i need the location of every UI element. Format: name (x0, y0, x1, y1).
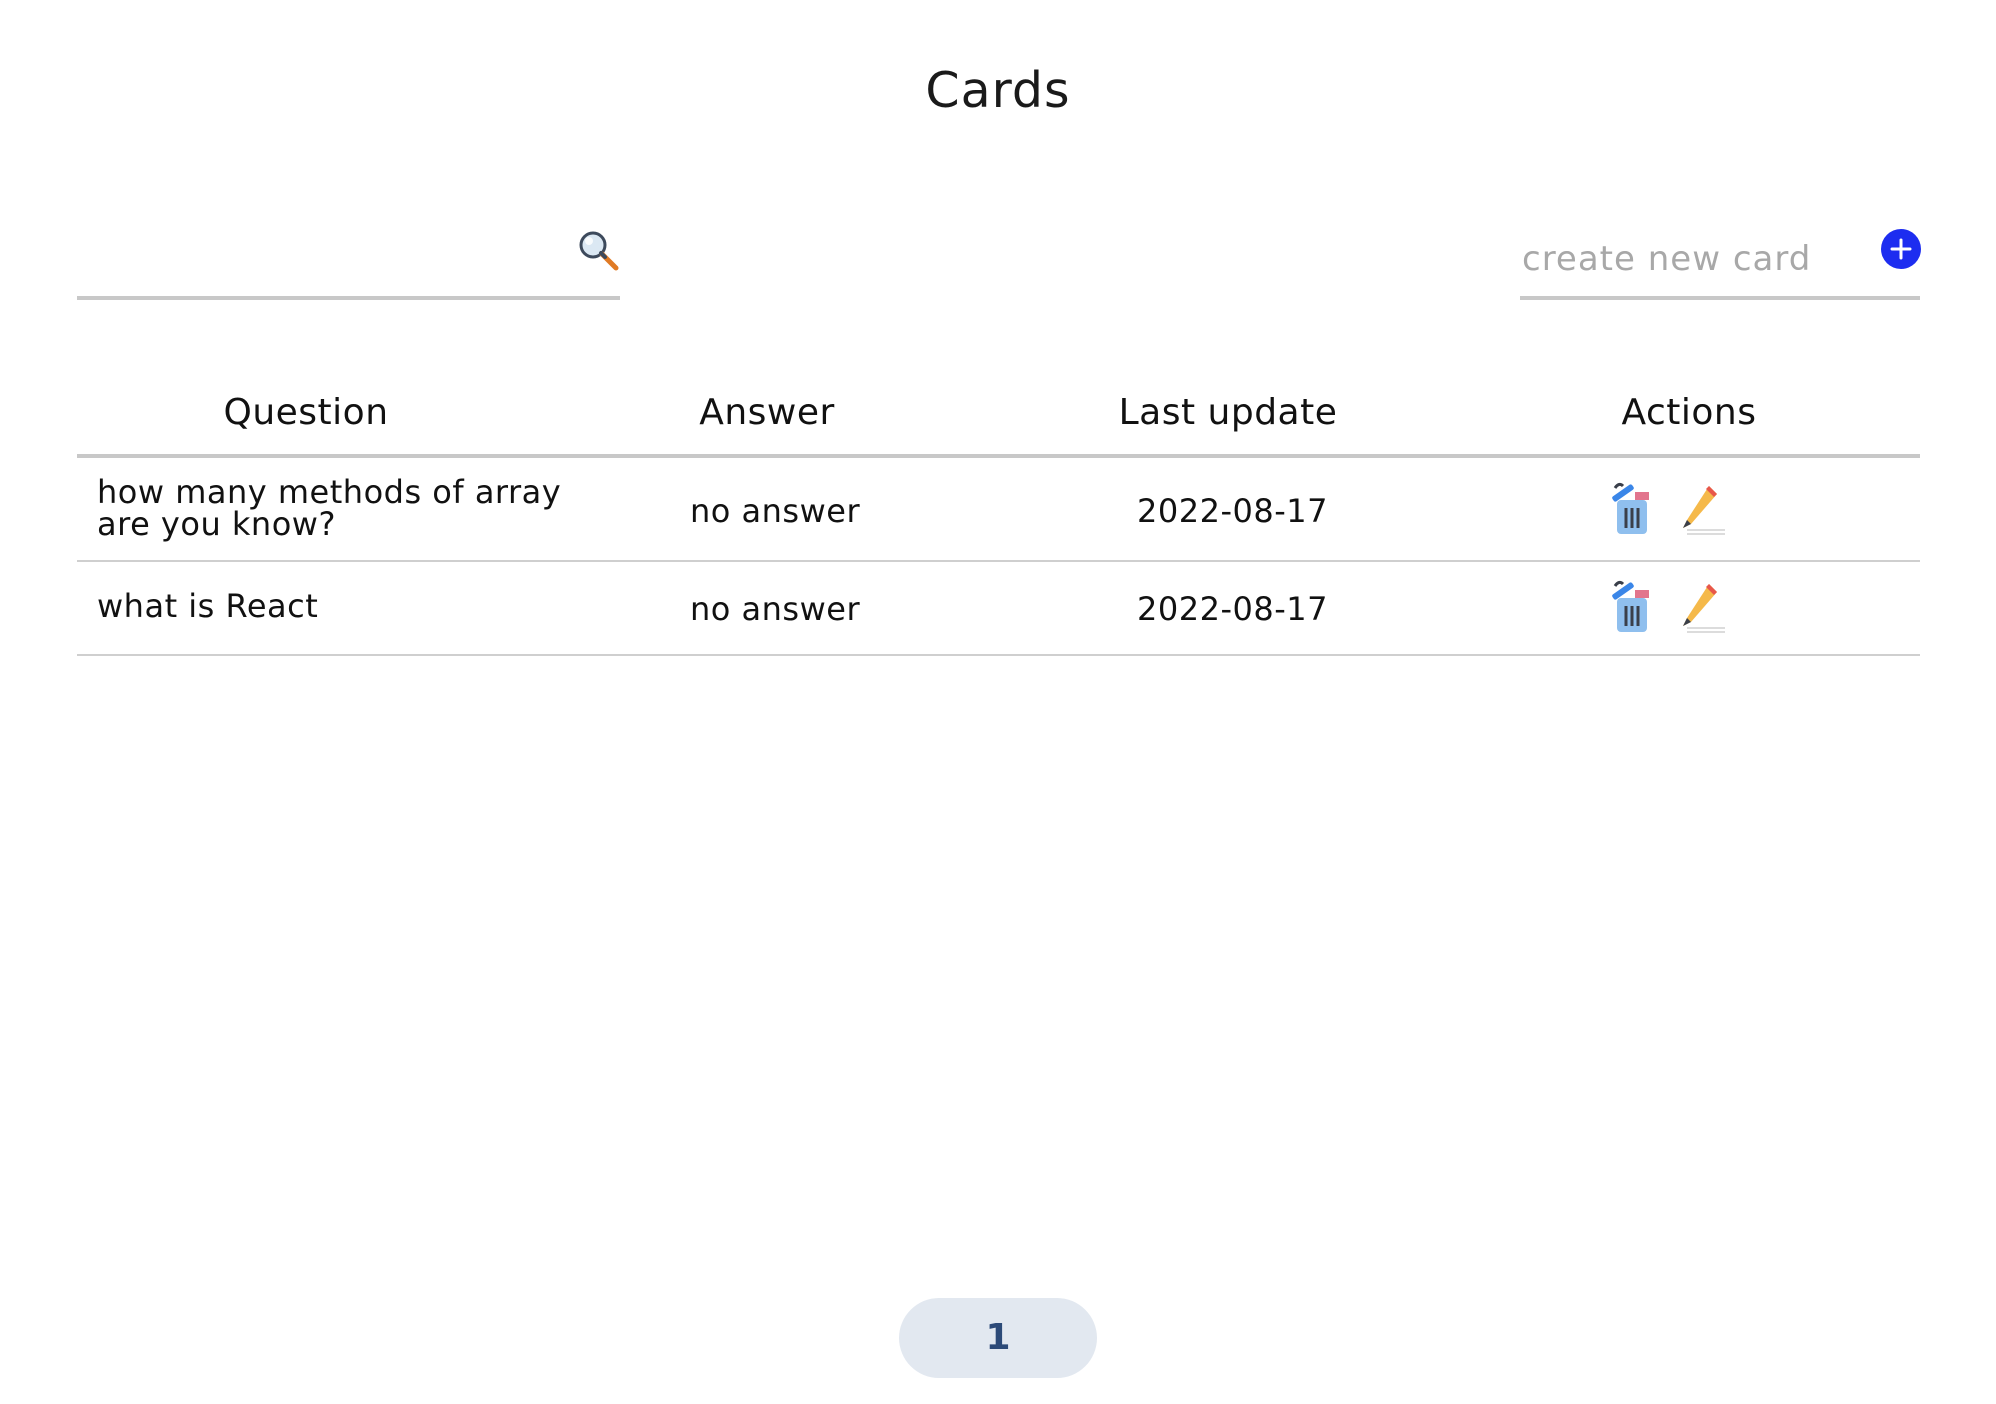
table-row: what is React no answer 2022-08-17 (77, 562, 1920, 656)
header-actions: Actions (1621, 392, 1757, 433)
magnifier-icon[interactable] (576, 228, 620, 272)
table-row: how many methods of array are you know? … (77, 458, 1920, 562)
header-last-update[interactable]: Last update (1119, 392, 1338, 433)
last-update-cell: 2022-08-17 (1137, 590, 1328, 628)
question-text-line: how many methods of array (97, 473, 562, 511)
search-input[interactable] (77, 236, 561, 290)
page-title: Cards (925, 62, 1071, 119)
cards-table: Question Answer Last update Actions how … (77, 378, 1920, 656)
header-answer[interactable]: Answer (699, 392, 835, 433)
question-text-line: what is React (97, 587, 319, 625)
plus-icon (1890, 238, 1912, 260)
question-text-line: are you know? (97, 505, 336, 543)
search-box (77, 220, 620, 300)
pagination-page-button[interactable]: 1 (899, 1298, 1097, 1378)
actions-cell (1609, 482, 1729, 538)
answer-cell: no answer (690, 492, 861, 530)
create-card-box (1520, 220, 1920, 300)
question-cell: how many methods of array are you know? (97, 476, 637, 540)
create-card-input[interactable] (1520, 230, 1864, 288)
trash-icon[interactable] (1609, 580, 1659, 634)
pencil-icon[interactable] (1679, 482, 1729, 536)
question-cell: what is React (97, 590, 637, 622)
answer-cell: no answer (690, 590, 861, 628)
last-update-cell: 2022-08-17 (1137, 492, 1328, 530)
actions-cell (1609, 580, 1729, 636)
trash-icon[interactable] (1609, 482, 1659, 536)
table-header: Question Answer Last update Actions (77, 378, 1920, 458)
add-card-button[interactable] (1881, 229, 1921, 269)
header-question[interactable]: Question (223, 392, 388, 433)
pencil-icon[interactable] (1679, 580, 1729, 634)
